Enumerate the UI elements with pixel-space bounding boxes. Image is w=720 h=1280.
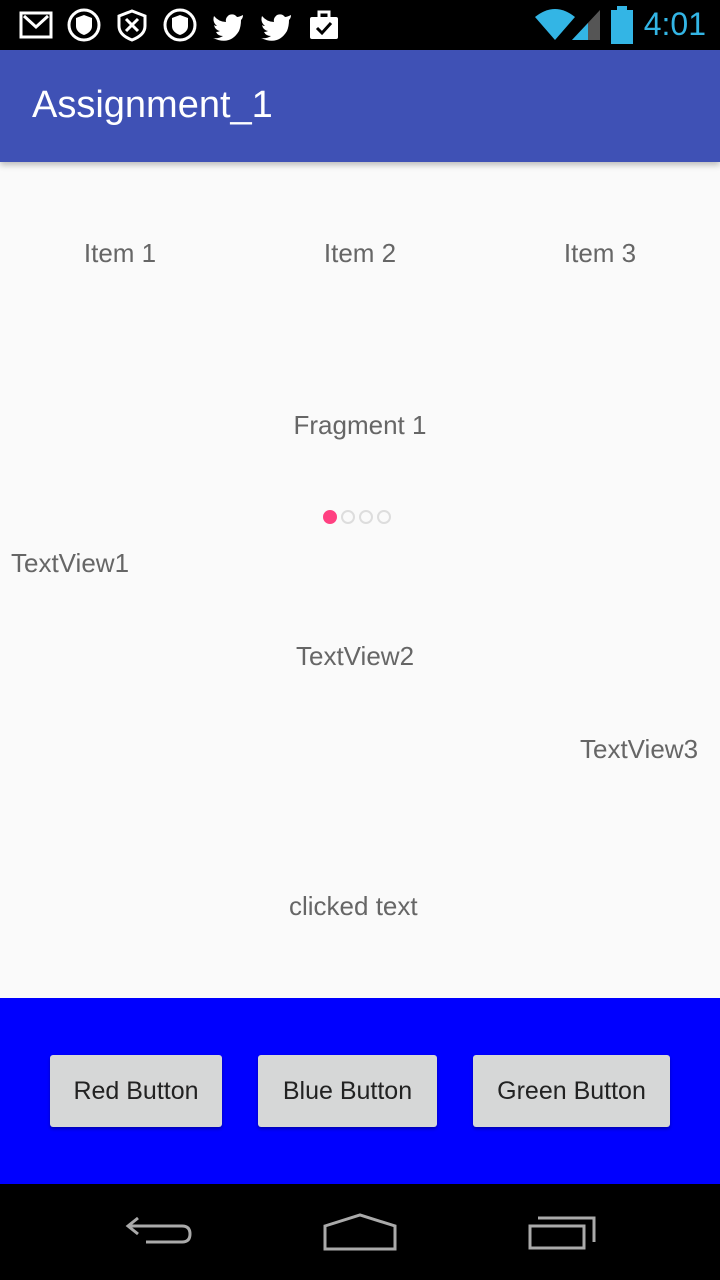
button-panel: Red Button Blue Button Green Button <box>0 998 720 1184</box>
tab-item-3[interactable]: Item 3 <box>480 238 720 269</box>
textview-1: TextView1 <box>11 548 130 578</box>
battery-icon <box>611 6 633 44</box>
signal-icon <box>572 10 600 40</box>
page-dot <box>323 510 337 524</box>
recents-icon[interactable] <box>526 1212 598 1252</box>
gmail-icon <box>19 11 53 39</box>
page-dot <box>377 510 391 524</box>
twitter-icon <box>213 14 243 41</box>
page-dot <box>359 510 373 524</box>
tab-item-2[interactable]: Item 2 <box>240 238 480 269</box>
back-icon[interactable] <box>124 1212 196 1252</box>
shield-icon <box>67 8 101 42</box>
nav-bar <box>0 1184 720 1280</box>
red-button[interactable]: Red Button <box>50 1055 222 1127</box>
app-bar: Assignment_1 <box>0 50 720 162</box>
tab-item-1[interactable]: Item 1 <box>0 238 240 269</box>
clock: 4:01 <box>643 6 706 42</box>
clicked-text: clicked text <box>289 891 418 921</box>
status-bar: 4:01 <box>0 0 720 50</box>
green-button[interactable]: Green Button <box>473 1055 670 1127</box>
twitter-icon <box>261 14 291 41</box>
briefcase-icon <box>310 10 338 39</box>
home-icon[interactable] <box>322 1212 398 1252</box>
page-dot <box>341 510 355 524</box>
shield-icon <box>117 9 147 42</box>
textview-2: TextView2 <box>296 641 415 671</box>
textview-3: TextView3 <box>580 734 699 764</box>
shield-icon <box>163 8 197 42</box>
app-title: Assignment_1 <box>32 84 273 126</box>
fragment-label: Fragment 1 <box>293 410 427 440</box>
blue-button[interactable]: Blue Button <box>258 1055 437 1127</box>
